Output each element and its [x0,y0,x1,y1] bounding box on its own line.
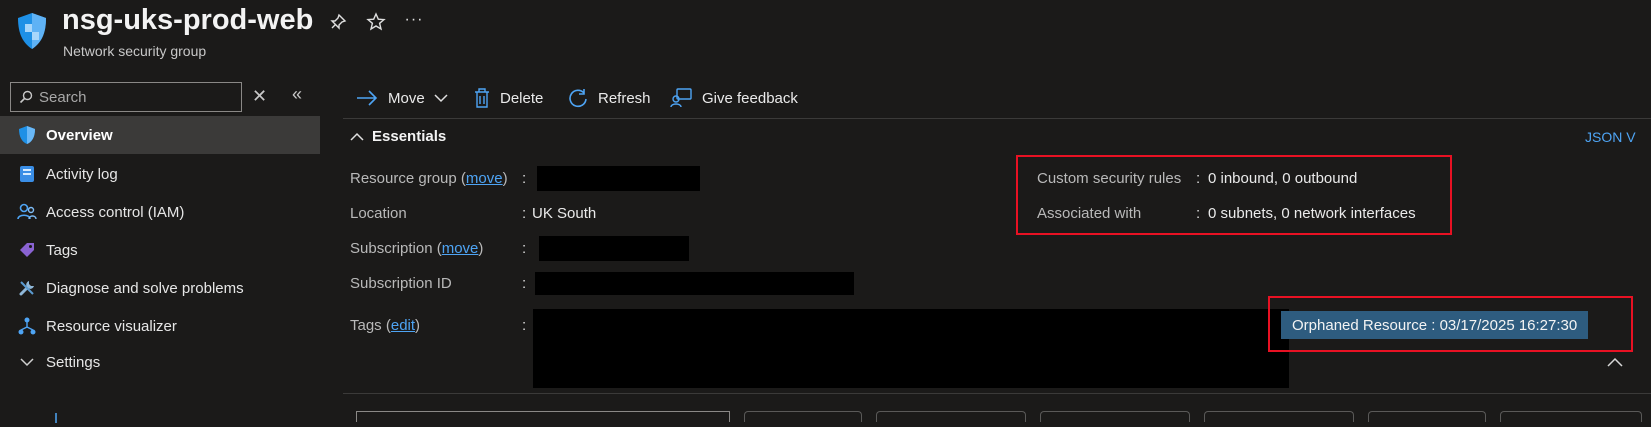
separator: : [522,170,527,187]
refresh-icon [568,88,588,108]
divider [343,393,1651,394]
sidebar-item-tags[interactable]: Tags [0,231,320,269]
resource-group-label: Resource group [350,170,457,187]
subscription-move-link[interactable]: move [442,240,479,257]
sidebar-child-icon [50,410,62,423]
sidebar-item-label: Tags [46,241,78,259]
associated-with-value: 0 subnets, 0 network interfaces [1208,205,1416,222]
feedback-label: Give feedback [702,89,798,107]
sidebar-item-diagnose[interactable]: Diagnose and solve problems [0,269,320,307]
sidebar-item-label: Resource visualizer [46,317,177,335]
trash-icon [474,88,490,108]
associated-with-label: Associated with [1037,205,1142,222]
sidebar-search-input[interactable]: Search [10,82,242,112]
tags-row-label: Tags (edit) [350,317,421,334]
filter-pill[interactable] [1368,411,1486,422]
chevron-down-icon [434,93,448,103]
orphaned-resource-tag[interactable]: Orphaned Resource : 03/17/2025 16:27:30 [1281,311,1589,339]
chevron-up-icon[interactable] [1607,354,1623,372]
location-value: UK South [532,205,597,222]
feedback-icon [670,88,692,108]
sidebar-item-label: Overview [46,126,113,144]
sidebar-item-overview[interactable]: Overview [0,116,320,154]
delete-button[interactable]: Delete [474,84,543,112]
redacted-tags [533,309,1289,388]
shield-icon [16,124,38,146]
filter-pill[interactable] [876,411,1026,422]
separator: : [1196,170,1201,187]
give-feedback-button[interactable]: Give feedback [670,84,798,112]
clear-search-icon[interactable]: ✕ [252,86,267,107]
sidebar-group-settings[interactable]: Settings [0,343,320,381]
sidebar-item-label: Access control (IAM) [46,203,185,221]
separator: : [522,275,527,292]
nsg-shield-icon [16,12,48,50]
collapse-sidebar-icon[interactable]: « [292,84,302,105]
sidebar-item-label: Diagnose and solve problems [46,279,244,297]
people-icon [16,201,38,223]
refresh-label: Refresh [598,89,651,107]
delete-label: Delete [500,89,544,107]
chevron-up-icon [350,132,364,141]
sidebar-item-resource-visualizer[interactable]: Resource visualizer [0,307,320,345]
subscription-row-label: Subscription (move) [350,240,484,257]
filter-pill[interactable] [1500,411,1642,422]
separator: : [1196,205,1201,222]
sidebar-item-label: Settings [46,353,101,371]
move-label: Move [388,89,425,107]
more-options-button[interactable]: ··· [402,8,426,32]
chevron-down-icon [16,351,38,373]
page-subtitle: Network security group [63,43,207,59]
move-button[interactable]: Move [356,84,448,112]
divider [343,118,1651,119]
separator: : [522,205,527,222]
sidebar-item-access-control[interactable]: Access control (IAM) [0,193,320,231]
filter-pill[interactable] [1204,411,1354,422]
refresh-button[interactable]: Refresh [568,84,651,112]
custom-security-rules-value: 0 inbound, 0 outbound [1208,170,1358,187]
page-title: nsg-uks-prod-web [62,4,314,36]
redacted-subscription [539,236,689,261]
custom-security-rules-label: Custom security rules [1037,170,1182,187]
location-label: Location [350,205,407,222]
resource-group-move-link[interactable]: move [466,170,503,187]
subscription-label: Subscription [350,240,433,257]
diagram-icon [16,315,38,337]
sidebar-item-label: Activity log [46,165,118,183]
arrow-right-icon [356,90,378,106]
filter-input[interactable] [356,411,730,422]
essentials-toggle[interactable]: Essentials [350,128,446,145]
filter-pill[interactable] [744,411,862,422]
tags-edit-link[interactable]: edit [391,317,415,334]
wrench-icon [16,277,38,299]
search-placeholder: Search [39,88,87,106]
redacted-resource-group [537,166,700,191]
json-view-link[interactable]: JSON V [1585,129,1636,145]
subscription-id-label: Subscription ID [350,275,452,292]
resource-group-row-label: Resource group (move) [350,170,508,187]
redacted-subscription-id [535,272,854,295]
tag-icon [16,239,38,261]
activity-log-icon [16,163,38,185]
sidebar-item-activity-log[interactable]: Activity log [0,155,320,193]
separator: : [522,240,527,257]
essentials-title: Essentials [372,128,447,145]
separator: : [522,317,527,334]
highlight-box [1016,155,1452,235]
filter-pill[interactable] [1040,411,1190,422]
pin-icon[interactable] [326,10,350,34]
tags-label: Tags [350,317,382,334]
search-icon [19,90,33,104]
favorite-star-icon[interactable] [364,10,388,34]
